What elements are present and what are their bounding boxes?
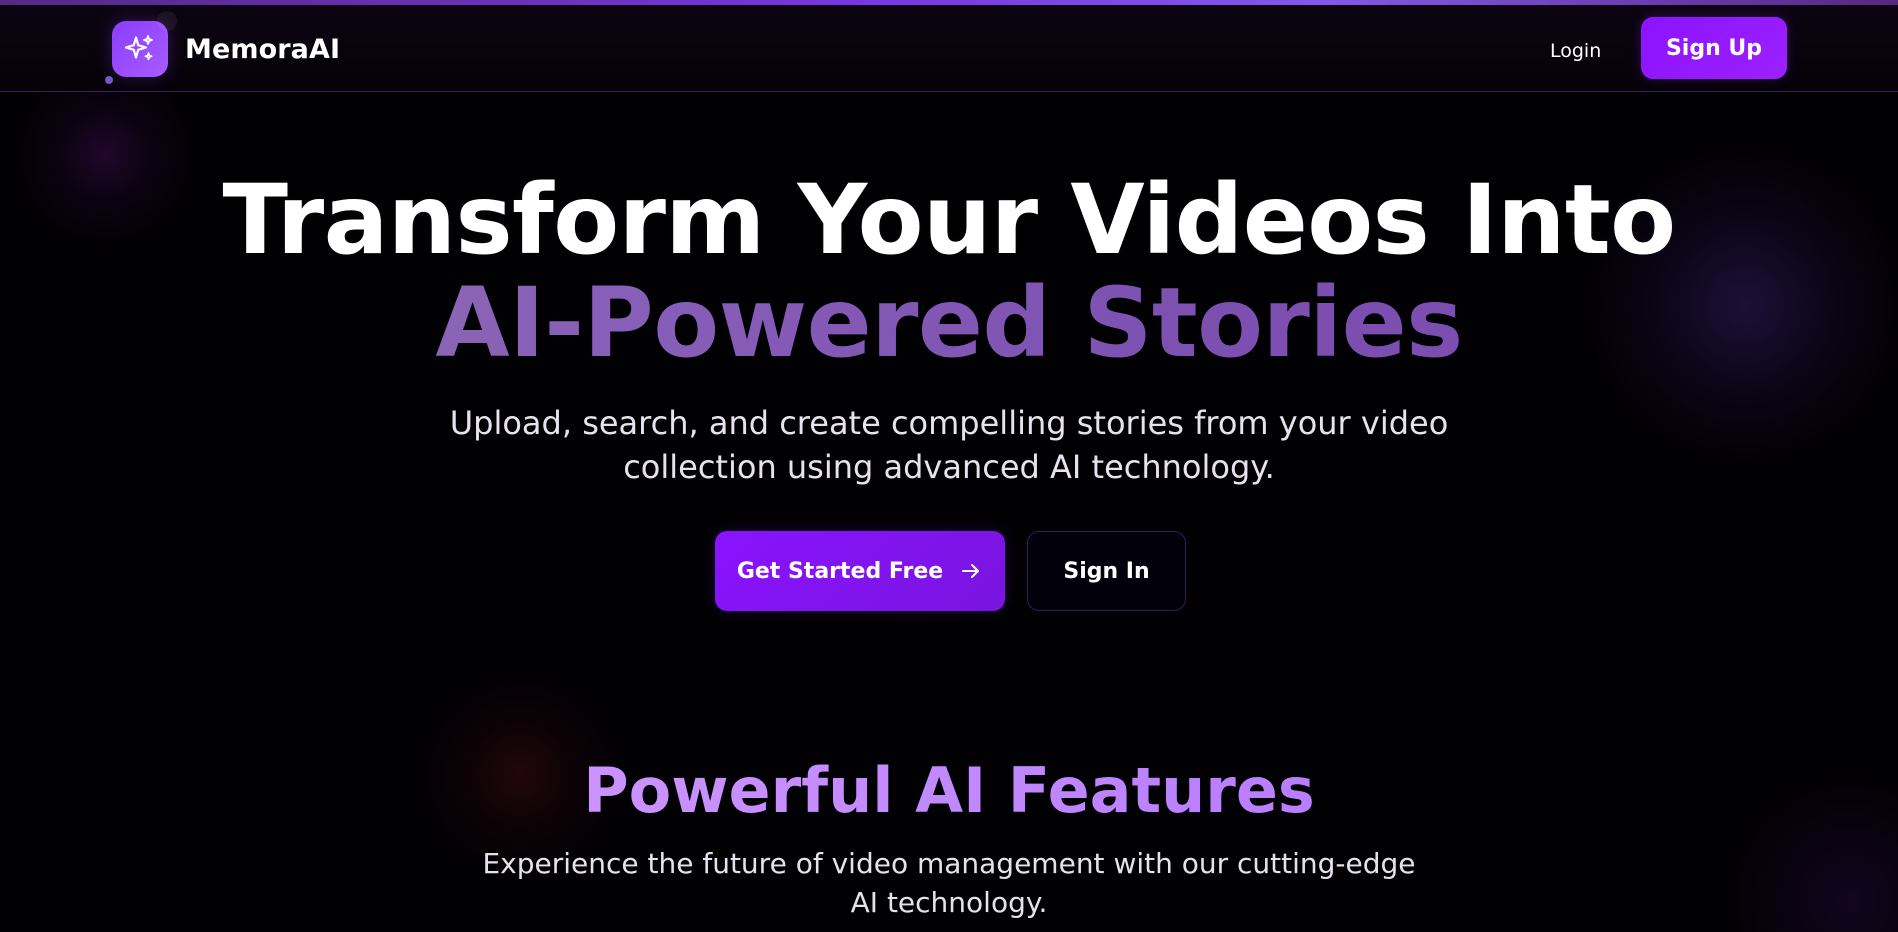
brand-logo-link[interactable]: MemoraAI [105,11,341,84]
features-section-subtitle: Experience the future of video managemen… [482,847,1416,919]
get-started-button[interactable]: Get Started Free [715,531,1005,611]
sparkles-icon [124,35,153,61]
logo-badge [105,11,177,84]
hero-title-highlight: AI-Powered Stories [0,272,1898,375]
brand-name: MemoraAI [185,33,341,65]
arrow-right-icon [962,564,980,578]
logo-decoration-circle [157,11,177,31]
sign-up-button[interactable]: Sign Up [1641,17,1787,79]
logo-decoration-dot [105,76,113,84]
login-link[interactable]: Login [1550,40,1601,62]
landing-page: MemoraAI Login Sign Up Transform Your Vi… [0,0,1898,932]
get-started-label: Get Started Free [736,558,944,584]
hero-subtitle: Upload, search, and create compelling st… [449,404,1449,486]
hero-title-line-one: Transform Your Videos Into [222,164,1677,276]
features-section-title: Powerful AI Features [0,752,1898,830]
hero-title: Transform Your Videos Into AI-Powered St… [0,169,1898,375]
sign-in-button[interactable]: Sign In [1027,531,1186,611]
site-header: MemoraAI Login Sign Up [0,5,1898,92]
